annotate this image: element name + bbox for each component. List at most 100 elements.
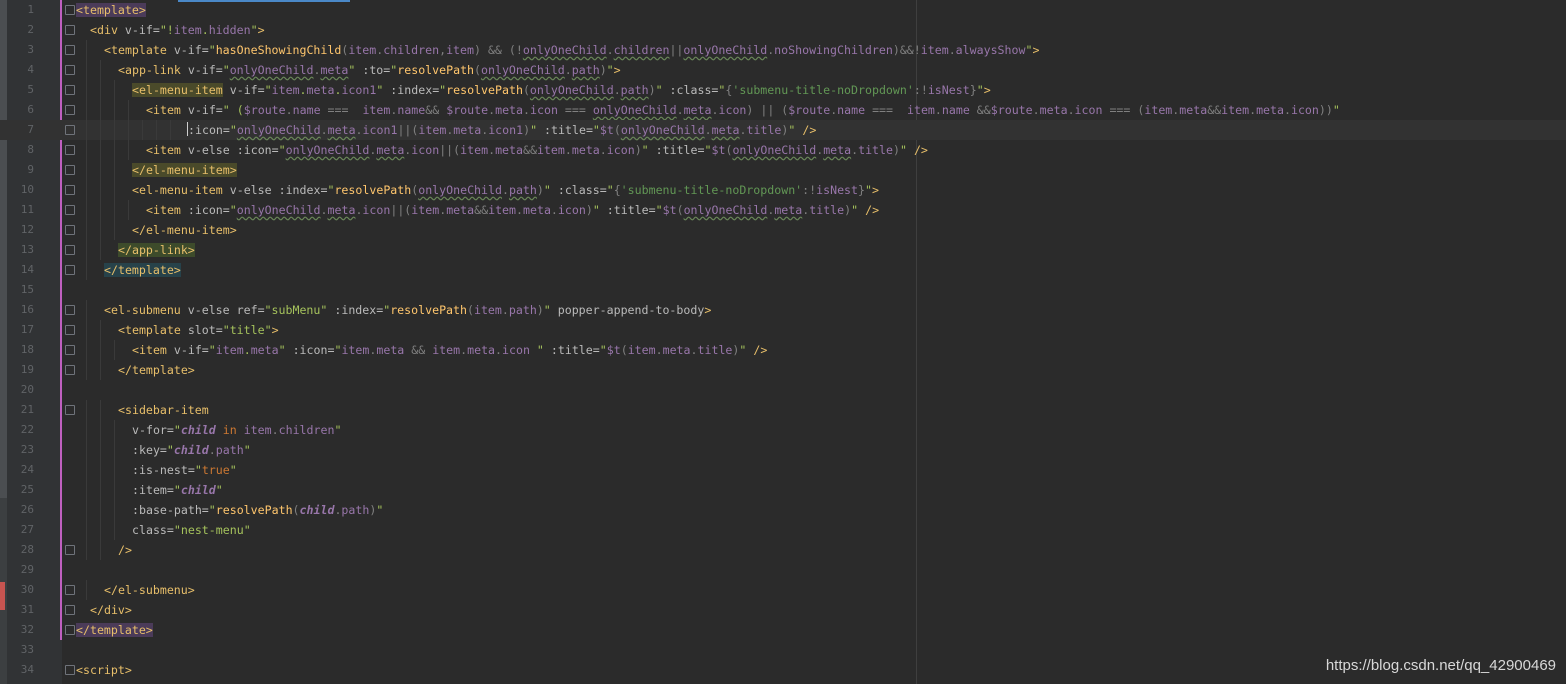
code-line[interactable]: 22 v-for="child in item.children" xyxy=(0,420,1566,440)
code-line[interactable]: 11 <item :icon="onlyOneChild.meta.icon||(… xyxy=(0,200,1566,220)
code-text[interactable]: :base-path="resolvePath(child.path)" xyxy=(132,500,383,520)
code-text[interactable]: </app-link> xyxy=(118,240,195,260)
code-line[interactable]: 13 </app-link> xyxy=(0,240,1566,260)
code-line[interactable]: 25:item="child" xyxy=(0,480,1566,500)
code-text[interactable]: <item :icon="onlyOneChild.meta.icon||(it… xyxy=(146,200,879,220)
code-line[interactable]: 29 xyxy=(0,560,1566,580)
code-text[interactable]: </div> xyxy=(90,600,132,620)
code-line[interactable]: 10 <el-menu-item v-else :index= " resolvePa… xyxy=(0,180,1566,200)
indent-guide xyxy=(128,100,129,120)
code-text[interactable]: <sidebar-item xyxy=(118,400,209,420)
code-line[interactable]: 18 <item v-if="item.meta" :icon="item.met… xyxy=(0,340,1566,360)
code-line[interactable]: 24:is-nest="true" xyxy=(0,460,1566,480)
fold-toggle-icon[interactable] xyxy=(65,45,75,55)
code-line[interactable]: 6 <item v-if=" ($route.name === item.name… xyxy=(0,100,1566,120)
fold-end-icon[interactable] xyxy=(65,605,75,615)
code-text[interactable]: </el-menu-item> xyxy=(132,220,237,240)
code-line[interactable]: 14 </template> xyxy=(0,260,1566,280)
code-token: children xyxy=(383,43,440,57)
code-text[interactable]: </template> xyxy=(76,620,153,640)
fold-end-icon[interactable] xyxy=(65,225,75,235)
indent-guide xyxy=(114,420,115,440)
fold-end-icon[interactable] xyxy=(65,365,75,375)
fold-toggle-icon[interactable] xyxy=(65,5,75,15)
code-line[interactable]: 21 <sidebar-item xyxy=(0,400,1566,420)
code-token: " xyxy=(976,83,984,97)
fold-toggle-icon[interactable] xyxy=(65,185,75,195)
code-line[interactable]: 3 <template v-if="hasOneShowingChild(item… xyxy=(0,40,1566,60)
code-text[interactable]: </el-menu-item> xyxy=(132,160,237,180)
fold-end-icon[interactable] xyxy=(65,165,75,175)
code-text[interactable]: <div v-if="!item.hidden"> xyxy=(90,20,265,40)
line-number: 22 xyxy=(20,423,34,436)
fold-toggle-icon[interactable] xyxy=(65,145,75,155)
fold-toggle-icon[interactable] xyxy=(65,105,75,115)
fold-toggle-icon[interactable] xyxy=(65,325,75,335)
code-text[interactable]: /> xyxy=(118,540,132,560)
code-line[interactable]: 2 <div v-if="!item.hidden"> xyxy=(0,20,1566,40)
code-line[interactable]: 9 </el-menu-item> xyxy=(0,160,1566,180)
code-text[interactable]: class="nest-menu" xyxy=(132,520,251,540)
fold-end-icon[interactable] xyxy=(65,625,75,635)
code-text[interactable]: :item="child" xyxy=(132,480,223,500)
fold-end-icon[interactable] xyxy=(65,265,75,275)
fold-toggle-icon[interactable] xyxy=(65,345,75,355)
code-line[interactable]: 7:icon="onlyOneChild.meta.icon1||(item.m… xyxy=(0,120,1566,140)
code-token: :class= xyxy=(662,83,719,97)
code-text[interactable]: v-for="child in item.children" xyxy=(132,420,341,440)
code-line[interactable]: 26:base-path="resolvePath(child.path)" xyxy=(0,500,1566,520)
code-line[interactable]: 8 <item v-else :icon="onlyOneChild.meta.i… xyxy=(0,140,1566,160)
fold-toggle-icon[interactable] xyxy=(65,405,75,415)
code-line[interactable]: 23:key="child.path" xyxy=(0,440,1566,460)
code-text[interactable]: :key="child.path" xyxy=(132,440,251,460)
code-line[interactable]: 31 </div> xyxy=(0,600,1566,620)
code-text[interactable]: <script> xyxy=(76,660,132,680)
fold-toggle-icon[interactable] xyxy=(65,205,75,215)
code-line[interactable]: 16 <el-submenu v-else ref="subMenu" :inde… xyxy=(0,300,1566,320)
indent-guide xyxy=(100,520,101,540)
code-text[interactable]: </template> xyxy=(118,360,195,380)
code-text[interactable]: </el-submenu> xyxy=(104,580,195,600)
code-line[interactable]: 12 </el-menu-item> xyxy=(0,220,1566,240)
code-token: title xyxy=(697,343,733,357)
code-line[interactable]: 5 <el-menu-item v-if="item.meta.icon1" :i… xyxy=(0,80,1566,100)
code-token: } xyxy=(858,183,865,197)
code-line[interactable]: 20 xyxy=(0,380,1566,400)
line-number: 14 xyxy=(20,263,34,276)
code-text[interactable]: <item v-if=" ($route.name === item.name&… xyxy=(146,100,1340,120)
fold-toggle-icon[interactable] xyxy=(65,665,75,675)
indent-guide xyxy=(86,240,87,260)
code-text[interactable]: </template> xyxy=(104,260,181,280)
fold-toggle-icon[interactable] xyxy=(65,25,75,35)
fold-toggle-icon[interactable] xyxy=(65,85,75,95)
code-token: onlyOneChild xyxy=(683,43,768,57)
code-token: " xyxy=(592,123,600,137)
code-text[interactable]: <template slot="title"> xyxy=(118,320,279,340)
code-text[interactable]: <el-submenu v-else ref="subMenu" :index=… xyxy=(104,300,711,320)
code-text[interactable]: :icon="onlyOneChild.meta.icon1||(item.me… xyxy=(187,120,816,140)
code-line[interactable]: 1 <template> xyxy=(0,0,1566,20)
fold-end-icon[interactable] xyxy=(65,545,75,555)
code-line[interactable]: 27 class="nest-menu" xyxy=(0,520,1566,540)
code-line[interactable]: 30 </el-submenu> xyxy=(0,580,1566,600)
code-text[interactable]: <el-menu-item v-else :index= " resolvePath… xyxy=(132,180,879,200)
code-line[interactable]: 28 /> xyxy=(0,540,1566,560)
fold-toggle-icon[interactable] xyxy=(65,125,75,135)
code-text[interactable]: <template v-if="hasOneShowingChild(item.… xyxy=(104,40,1039,60)
fold-end-icon[interactable] xyxy=(65,245,75,255)
code-token: </template> xyxy=(104,263,181,277)
code-line[interactable]: 4 <app-link v-if="onlyOneChild.meta" :to=… xyxy=(0,60,1566,80)
fold-toggle-icon[interactable] xyxy=(65,305,75,315)
code-text[interactable]: <item v-if="item.meta" :icon="item.meta … xyxy=(132,340,767,360)
code-line[interactable]: 32 </template> xyxy=(0,620,1566,640)
code-text[interactable]: :is-nest="true" xyxy=(132,460,237,480)
code-line[interactable]: 17 <template slot="title"> xyxy=(0,320,1566,340)
code-text[interactable]: <el-menu-item v-if="item.meta.icon1" :in… xyxy=(132,80,991,100)
fold-end-icon[interactable] xyxy=(65,585,75,595)
code-text[interactable]: <template> xyxy=(76,0,146,20)
code-line[interactable]: 15 xyxy=(0,280,1566,300)
code-text[interactable]: <app-link v-if="onlyOneChild.meta" :to="… xyxy=(118,60,621,80)
code-text[interactable]: <item v-else :icon="onlyOneChild.meta.ic… xyxy=(146,140,928,160)
code-line[interactable]: 19 </template> xyxy=(0,360,1566,380)
fold-toggle-icon[interactable] xyxy=(65,65,75,75)
